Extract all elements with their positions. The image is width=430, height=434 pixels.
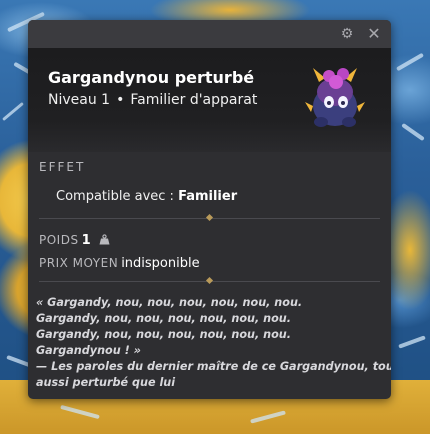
weight-icon [99, 234, 110, 245]
price-value: indisponible [121, 256, 200, 271]
lore-text: « Gargandy, nou, nou, nou, nou, nou, nou… [36, 295, 391, 391]
lore-line: — Les paroles du dernier maître de ce Ga… [36, 360, 391, 373]
compatibility-text: Compatible avec : Familier [56, 189, 237, 204]
weight-row: POIDS 1 [39, 233, 110, 248]
item-type: Familier d'apparat [130, 92, 258, 108]
price-label: PRIX MOYEN [39, 256, 119, 270]
divider [39, 213, 380, 222]
divider-gem [205, 213, 214, 222]
gear-icon[interactable]: ⚙ [339, 26, 355, 42]
lore-line: Gargandy, nou, nou, nou, nou, nou, nou. [36, 328, 292, 341]
divider [39, 276, 380, 285]
separator-dot: • [116, 92, 125, 108]
tooltip-titlebar[interactable]: ⚙ ✕ [28, 20, 391, 48]
item-subtitle: Niveau 1 • Familier d'apparat [48, 92, 257, 108]
lore-line: « Gargandy, nou, nou, nou, nou, nou, nou… [36, 296, 303, 309]
weight-label: POIDS [39, 233, 79, 247]
lore-line: aussi perturbé que lui [36, 376, 176, 389]
item-header: Gargandynou perturbé Niveau 1 • Familier d… [28, 48, 391, 152]
close-icon[interactable]: ✕ [366, 26, 382, 42]
lore-line: Gargandynou ! » [36, 344, 141, 357]
divider-gem [205, 276, 214, 285]
compat-value: Familier [178, 189, 238, 204]
item-name: Gargandynou perturbé [48, 68, 255, 87]
effect-section-label: EFFET [39, 160, 86, 174]
weight-value: 1 [81, 233, 92, 248]
item-tooltip: ⚙ ✕ Gargandynou perturbé Niveau 1 • Famili… [28, 20, 391, 399]
compat-prefix: Compatible avec : [56, 189, 174, 204]
creature-portrait [305, 68, 365, 127]
lore-line: Gargandy, nou, nou, nou, nou, nou, nou. [36, 312, 292, 325]
item-level: Niveau 1 [48, 92, 111, 108]
price-row: PRIX MOYEN indisponible [39, 256, 200, 271]
